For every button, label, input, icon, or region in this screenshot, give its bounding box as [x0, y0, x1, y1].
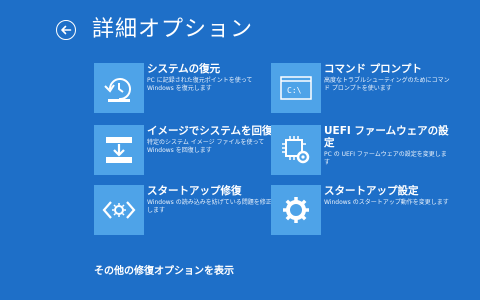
uefi-firmware-tile[interactable]: UEFI ファームウェアの設定 PC の UEFI ファームウェアの設定を変更し… — [271, 125, 451, 177]
startup-settings-icon — [271, 185, 321, 235]
startup-repair-title: スタートアップ修復 — [147, 185, 242, 197]
startup-repair-icon — [94, 185, 144, 235]
startup-settings-desc: Windows のスタートアップ動作を変更します — [324, 199, 449, 206]
system-restore-icon — [94, 63, 144, 113]
uefi-firmware-desc: PC の UEFI ファームウェアの設定を変更します — [324, 151, 447, 166]
system-restore-desc: PC に記録された復元ポイントを使って Windows を復元します — [147, 77, 253, 92]
system-image-recovery-desc: 特定のシステム イメージ ファイルを使って Windows を回復します — [147, 139, 265, 154]
system-image-recovery-title: イメージでシステムを回復 — [147, 125, 273, 137]
startup-settings-tile[interactable]: スタートアップ設定 Windows のスタートアップ動作を変更します — [271, 185, 451, 237]
arrow-left-icon — [61, 25, 72, 35]
system-image-recovery-tile[interactable]: イメージでシステムを回復 特定のシステム イメージ ファイルを使って Windo… — [94, 125, 274, 177]
system-restore-title: システムの復元 — [147, 63, 221, 75]
page-title: 詳細オプション — [92, 17, 254, 42]
command-prompt-desc: 高度なトラブルシューティングのためにコマンド プロンプトを使います — [324, 77, 450, 92]
uefi-firmware-icon — [271, 125, 321, 175]
system-restore-tile[interactable]: システムの復元 PC に記録された復元ポイントを使って Windows を復元し… — [94, 63, 274, 115]
startup-settings-title: スタートアップ設定 — [324, 185, 419, 197]
page-header: 詳細オプション — [56, 16, 253, 44]
startup-repair-tile[interactable]: スタートアップ修復 Windows の読み込みを妨げている問題を修正します — [94, 185, 274, 237]
command-prompt-title: コマンド プロンプト — [324, 63, 422, 75]
svg-text:C:\: C:\ — [287, 86, 302, 95]
back-button[interactable] — [56, 20, 76, 40]
command-prompt-tile[interactable]: C:\ コマンド プロンプト 高度なトラブルシューティングのためにコマンド プロ… — [271, 63, 451, 115]
more-repair-options-link[interactable]: その他の修復オプションを表示 — [94, 262, 234, 277]
command-prompt-icon: C:\ — [271, 63, 321, 113]
uefi-firmware-title: UEFI ファームウェアの設定 — [324, 125, 449, 149]
system-image-recovery-icon — [94, 125, 144, 175]
startup-repair-desc: Windows の読み込みを妨げている問題を修正します — [147, 199, 272, 214]
